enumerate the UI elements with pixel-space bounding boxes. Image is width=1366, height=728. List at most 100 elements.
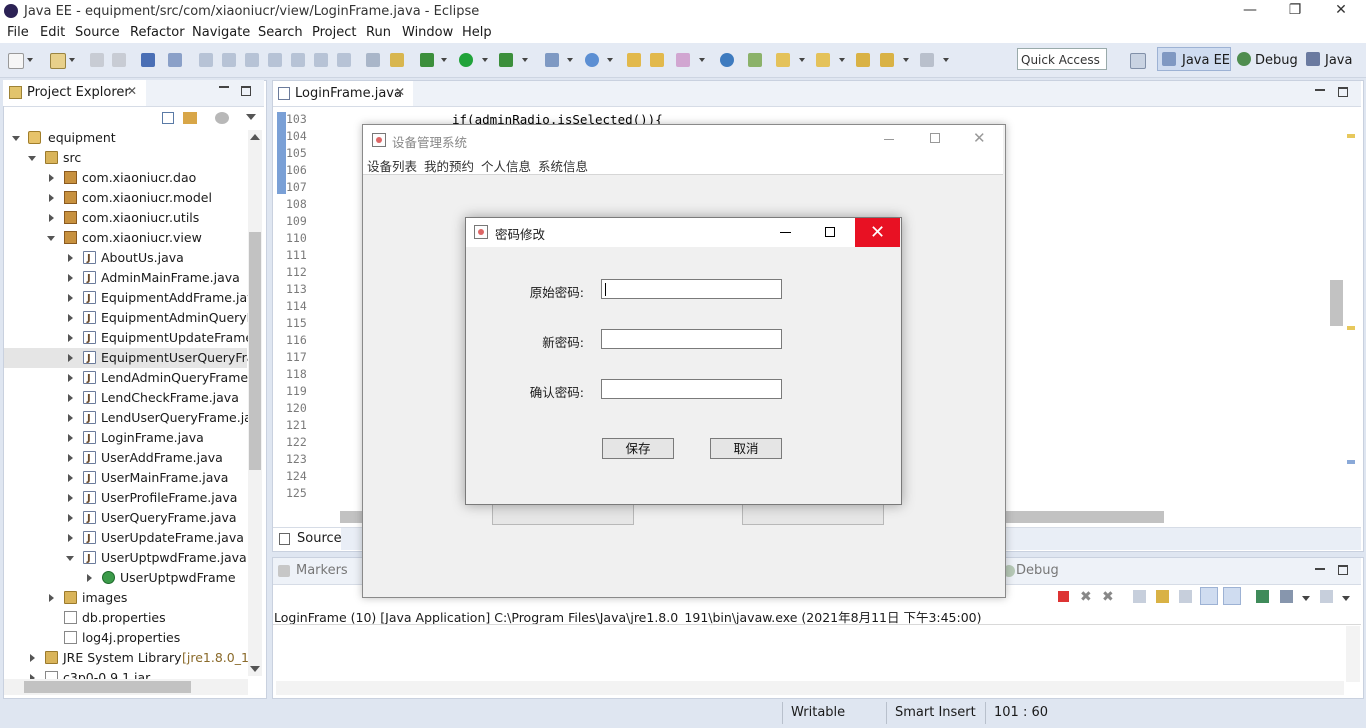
chevron-down-icon[interactable] [567,58,573,62]
app-menu-system-info[interactable]: 系统信息 [538,156,588,175]
open-type-icon[interactable] [627,53,641,67]
view-menu-icon[interactable] [246,114,256,120]
new-project-icon[interactable] [50,53,66,69]
tree-item[interactable]: db.properties [4,608,247,628]
tab-debug[interactable]: Debug [1016,563,1059,578]
expand-arrow-icon[interactable] [49,174,54,182]
collapse-arrow-icon[interactable] [28,156,36,161]
app-minimize-button[interactable] [884,139,894,140]
toggle-mark-icon[interactable] [748,53,762,67]
expand-arrow-icon[interactable] [68,334,73,342]
open-resource-icon[interactable] [650,53,664,67]
tree-item[interactable]: UserUptpwdFrame.java [4,548,247,569]
debug-perspective-icon[interactable] [1237,52,1251,66]
menu-file[interactable]: File [7,25,29,40]
terminate-icon[interactable] [245,53,259,67]
open-console-icon[interactable] [1320,590,1333,603]
tree-item[interactable]: com.xiaoniucr.view [4,228,247,248]
minimize-button[interactable]: — [1230,2,1270,22]
link-with-editor-icon[interactable] [183,112,197,124]
tree-item[interactable]: AdminMainFrame.java [4,268,247,289]
filters-icon[interactable] [215,112,229,124]
app-menu-my-reservations[interactable]: 我的预约 [424,156,474,175]
run-last-icon[interactable] [499,53,513,67]
previous-annotation-icon[interactable] [816,53,830,67]
minimize-view-icon[interactable] [1315,568,1325,570]
display-console-icon[interactable] [1280,590,1293,603]
menu-navigate[interactable]: Navigate [192,25,250,40]
tree-item[interactable]: UserMainFrame.java [4,468,247,489]
confirm-password-input[interactable] [601,379,782,399]
expand-arrow-icon[interactable] [68,534,73,542]
app-close-button[interactable]: ✕ [973,129,986,147]
dialog-close-button[interactable]: ✕ [855,218,900,247]
step-return-icon[interactable] [337,53,351,67]
tree-item[interactable]: UserProfileFrame.java [4,488,247,509]
tree-item[interactable]: LendUserQueryFrame.jav [4,408,259,429]
expand-arrow-icon[interactable] [68,294,73,302]
restore-button[interactable]: ❐ [1275,2,1315,22]
expand-arrow-icon[interactable] [49,194,54,202]
scroll-up-icon[interactable] [250,134,260,140]
overview-marker[interactable] [1347,326,1355,330]
chevron-down-icon[interactable] [1302,596,1310,601]
open-perspective-icon[interactable] [1130,53,1146,69]
menu-search[interactable]: Search [258,25,303,40]
tree-item[interactable]: UserUptpwdFrame [4,568,247,588]
close-tab-icon[interactable]: ✕ [395,85,405,99]
collapse-all-icon[interactable] [162,112,174,124]
use-step-filters-icon[interactable] [390,53,404,67]
disconnect-icon[interactable] [268,53,282,67]
console-horizontal-scrollbar[interactable] [276,681,1344,695]
expand-arrow-icon[interactable] [30,654,35,662]
chevron-down-icon[interactable] [522,58,528,62]
explorer-hscroll-thumb[interactable] [24,681,191,693]
back-icon[interactable] [880,53,894,67]
remove-launch-icon[interactable]: ✖ [1080,589,1092,605]
resume-icon[interactable] [199,53,213,67]
dialog-minimize-button[interactable] [780,232,791,233]
tree-item[interactable]: LendCheckFrame.java [4,388,247,409]
dialog-maximize-button[interactable] [825,227,835,237]
explorer-scroll-thumb[interactable] [249,232,261,470]
collapse-arrow-icon[interactable] [47,236,55,241]
show-stderr-icon[interactable] [1223,587,1241,605]
expand-arrow-icon[interactable] [49,214,54,222]
expand-arrow-icon[interactable] [68,514,73,522]
quick-access-input[interactable]: Quick Access [1017,48,1107,70]
tab-markers[interactable]: Markers [296,563,348,578]
expand-arrow-icon[interactable] [68,494,73,502]
app-menu-profile[interactable]: 个人信息 [481,156,531,175]
menu-help[interactable]: Help [462,25,492,40]
tree-item[interactable]: com.xiaoniucr.utils [4,208,247,228]
suspend-icon[interactable] [222,53,236,67]
expand-arrow-icon[interactable] [68,274,73,282]
overview-marker[interactable] [1347,134,1355,138]
tree-item[interactable]: src [4,148,247,168]
tree-item[interactable]: log4j.properties [4,628,247,648]
tree-item[interactable]: LendAdminQueryFrame.j [4,368,256,389]
scroll-down-icon[interactable] [250,666,260,672]
console-vertical-scrollbar[interactable] [1346,626,1360,682]
perspective-java[interactable]: Java [1325,53,1352,68]
editor-tab-loginframe[interactable]: LoginFrame.java ✕ [273,81,413,106]
console-icon[interactable] [141,53,155,67]
close-tab-icon[interactable]: ✕ [127,84,137,98]
app-menu-equipment-list[interactable]: 设备列表 [367,156,417,175]
save-all-icon[interactable] [112,53,126,67]
save-icon[interactable] [90,53,104,67]
chevron-down-icon[interactable] [903,58,909,62]
perspective-debug[interactable]: Debug [1255,53,1298,68]
new-password-input[interactable] [601,329,782,349]
menu-edit[interactable]: Edit [40,25,65,40]
close-button[interactable]: ✕ [1321,2,1361,22]
cancel-button[interactable]: 取消 [710,438,782,459]
terminate-icon[interactable] [1058,591,1069,602]
tree-item[interactable]: EquipmentUserQueryFra [4,348,254,369]
chevron-down-icon[interactable] [27,58,33,62]
expand-arrow-icon[interactable] [68,254,73,262]
tree-item[interactable]: AboutUs.java [4,248,247,269]
external-tools-icon[interactable] [545,53,559,67]
tree-item[interactable]: images [4,588,247,608]
menu-window[interactable]: Window [402,25,453,40]
